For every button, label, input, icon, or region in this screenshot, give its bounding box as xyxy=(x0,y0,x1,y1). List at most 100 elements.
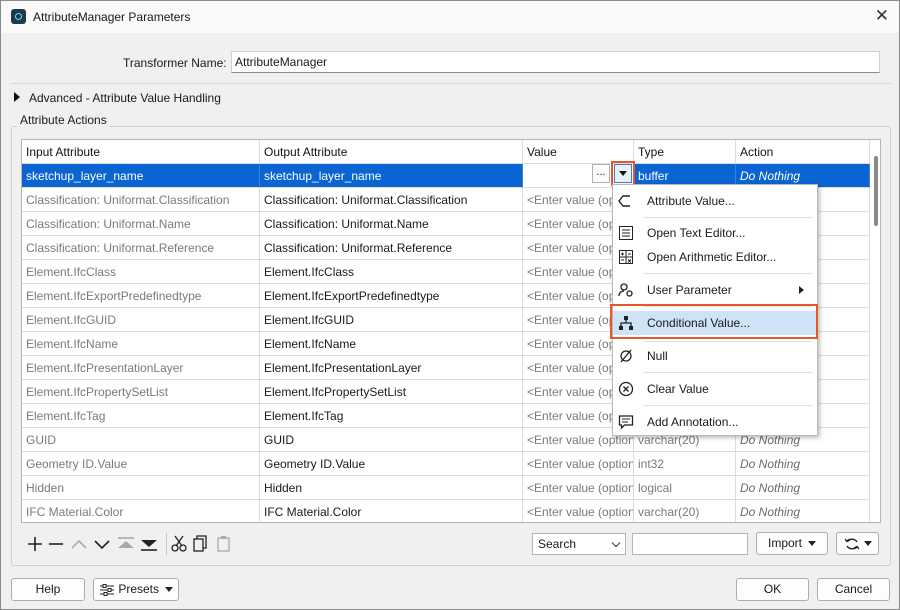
move-up-icon[interactable] xyxy=(71,539,87,549)
input-attribute-cell[interactable]: Element.IfcPropertySetList xyxy=(22,380,260,404)
type-cell[interactable]: logical xyxy=(634,476,736,500)
menu-item-label: Null xyxy=(647,349,668,363)
type-cell[interactable]: varchar(20) xyxy=(634,500,736,522)
conditional-value-highlight-box xyxy=(610,304,818,339)
search-input[interactable] xyxy=(632,533,748,555)
menu-separator xyxy=(643,273,813,274)
move-top-icon[interactable] xyxy=(118,537,134,548)
input-attribute-cell[interactable]: Geometry ID.Value xyxy=(22,452,260,476)
input-attribute-cell[interactable]: GUID xyxy=(22,428,260,452)
table-row[interactable]: HiddenHidden<Enter value (optional)>logi… xyxy=(22,476,870,500)
output-attribute-cell[interactable]: sketchup_layer_name xyxy=(260,164,523,188)
input-attribute-cell[interactable]: Hidden xyxy=(22,476,260,500)
action-cell[interactable]: Do Nothing xyxy=(736,500,870,522)
output-attribute-cell[interactable]: GUID xyxy=(260,428,523,452)
presets-button[interactable]: Presets xyxy=(93,578,179,601)
clear-value-icon xyxy=(618,381,634,397)
type-cell[interactable]: int32 xyxy=(634,452,736,476)
input-attribute-cell[interactable]: Element.IfcExportPredefinedtype xyxy=(22,284,260,308)
table-row[interactable]: IFC Material.Color IFC Material.Color <Ent… xyxy=(22,500,870,522)
menu-item-clear-value[interactable]: Clear Value xyxy=(613,377,817,401)
text-editor-icon xyxy=(619,226,633,240)
menu-item-label: Attribute Value... xyxy=(647,194,735,208)
input-attribute-cell[interactable]: Element.IfcName xyxy=(22,332,260,356)
menu-item-open-arithmetic-editor[interactable]: Open Arithmetic Editor... xyxy=(613,245,817,269)
output-attribute-cell[interactable]: Classification: Uniformat.Name xyxy=(260,212,523,236)
caret-down-icon xyxy=(165,587,174,593)
sync-button[interactable] xyxy=(836,532,879,555)
header-input-attribute[interactable]: Input Attribute xyxy=(22,140,260,164)
advanced-section-toggle[interactable]: Advanced - Attribute Value Handling xyxy=(29,91,221,105)
menu-item-label: Open Arithmetic Editor... xyxy=(647,250,777,264)
output-attribute-cell[interactable]: Element.IfcExportPredefinedtype xyxy=(260,284,523,308)
value-cell[interactable]: <Enter value (optional)> xyxy=(523,500,634,522)
input-attribute-cell[interactable]: Element.IfcPresentationLayer xyxy=(22,356,260,380)
output-attribute-cell[interactable]: Element.IfcName xyxy=(260,332,523,356)
add-row-icon[interactable] xyxy=(28,537,42,551)
menu-item-null[interactable]: Null xyxy=(613,344,817,368)
menu-item-open-text-editor[interactable]: Open Text Editor... xyxy=(613,221,817,245)
refresh-icon xyxy=(843,538,860,550)
arithmetic-editor-icon xyxy=(619,250,633,264)
copy-icon[interactable] xyxy=(193,535,207,552)
action-cell[interactable]: Do Nothing xyxy=(736,452,870,476)
value-cell[interactable]: <Enter value (optional)> xyxy=(523,476,634,500)
cut-icon[interactable] xyxy=(171,535,187,552)
fme-app-icon xyxy=(11,9,26,24)
input-attribute-cell[interactable]: Element.IfcGUID xyxy=(22,308,260,332)
output-attribute-cell[interactable]: Classification: Uniformat.Classification xyxy=(260,188,523,212)
annotation-icon xyxy=(618,415,634,430)
submenu-arrow-icon xyxy=(799,286,804,294)
menu-item-label: User Parameter xyxy=(647,283,732,297)
output-attribute-cell[interactable]: Hidden xyxy=(260,476,523,500)
input-attribute-cell[interactable]: Classification: Uniformat.Classification xyxy=(22,188,260,212)
chevron-down-icon xyxy=(611,538,621,548)
output-attribute-cell[interactable]: Element.IfcPropertySetList xyxy=(260,380,523,404)
import-button[interactable]: Import xyxy=(756,532,828,555)
toolbar-divider xyxy=(166,533,167,555)
output-attribute-cell[interactable]: Classification: Uniformat.Reference xyxy=(260,236,523,260)
transformer-name-input[interactable]: AttributeManager xyxy=(231,51,880,73)
vertical-scrollbar[interactable] xyxy=(874,156,878,226)
table-row[interactable]: Geometry ID.Value Geometry ID.Value <Enter… xyxy=(22,452,870,476)
menu-item-user-parameter[interactable]: User Parameter xyxy=(613,278,817,302)
move-down-icon[interactable] xyxy=(94,540,110,550)
input-attribute-cell[interactable]: sketchup_layer_name xyxy=(22,164,260,188)
menu-separator xyxy=(643,405,813,406)
menu-separator xyxy=(643,372,813,373)
cancel-button[interactable]: Cancel xyxy=(817,578,890,601)
input-attribute-cell[interactable]: IFC Material.Color xyxy=(22,500,260,522)
header-type[interactable]: Type xyxy=(634,140,736,164)
paste-icon[interactable] xyxy=(217,536,230,552)
table-header: Input Attribute Output Attribute Value T… xyxy=(22,140,870,164)
output-attribute-cell[interactable]: Element.IfcClass xyxy=(260,260,523,284)
caret-down-icon xyxy=(863,541,872,547)
header-output-attribute[interactable]: Output Attribute xyxy=(260,140,523,164)
input-attribute-cell[interactable]: Classification: Uniformat.Reference xyxy=(22,236,260,260)
header-action[interactable]: Action xyxy=(736,140,870,164)
input-attribute-cell[interactable]: Element.IfcTag xyxy=(22,404,260,428)
output-attribute-cell[interactable]: Element.IfcTag xyxy=(260,404,523,428)
close-icon[interactable]: ✕ xyxy=(875,6,889,26)
window-title: AttributeManager Parameters xyxy=(33,10,191,24)
ok-button[interactable]: OK xyxy=(736,578,809,601)
output-attribute-cell[interactable]: Element.IfcPresentationLayer xyxy=(260,356,523,380)
menu-item-add-annotation[interactable]: Add Annotation... xyxy=(613,410,817,434)
value-ellipsis-button[interactable]: ... xyxy=(592,164,610,183)
input-attribute-cell[interactable]: Element.IfcClass xyxy=(22,260,260,284)
action-cell[interactable]: Do Nothing xyxy=(736,476,870,500)
output-attribute-cell[interactable]: Element.IfcGUID xyxy=(260,308,523,332)
move-bottom-icon[interactable] xyxy=(141,540,157,551)
transformer-name-label: Transformer Name: xyxy=(123,56,227,70)
menu-item-label: Open Text Editor... xyxy=(647,226,746,240)
search-column-select[interactable]: Search xyxy=(532,533,626,555)
menu-item-attribute-value[interactable]: Attribute Value... xyxy=(613,189,817,213)
user-parameter-icon xyxy=(618,283,633,297)
output-attribute-cell[interactable]: Geometry ID.Value xyxy=(260,452,523,476)
value-cell[interactable]: <Enter value (optional)> xyxy=(523,452,634,476)
expand-arrow-icon[interactable] xyxy=(14,92,20,102)
input-attribute-cell[interactable]: Classification: Uniformat.Name xyxy=(22,212,260,236)
output-attribute-cell[interactable]: IFC Material.Color xyxy=(260,500,523,522)
menu-separator xyxy=(643,217,813,218)
help-button[interactable]: Help xyxy=(11,578,85,601)
